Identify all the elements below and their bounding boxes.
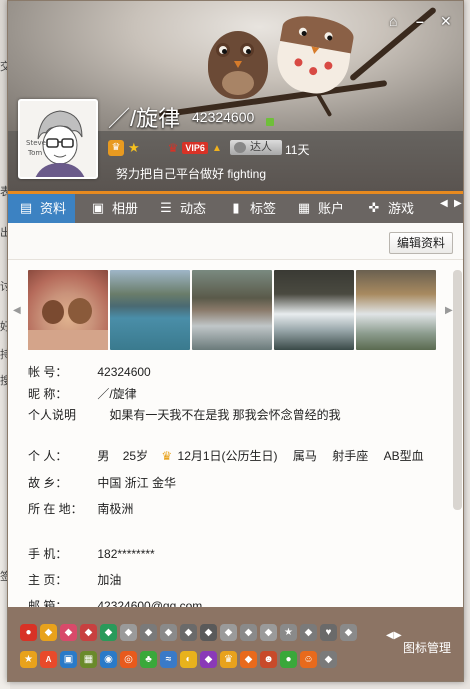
info-row-personal: 个 人： 男 25岁 ♛ 12月1日(公历生日) 属马 射手座 AB型血 [28,447,424,464]
birthday-value: 12月1日(公历生日) [177,449,278,463]
penguin-icon[interactable]: ● [20,624,37,641]
info-row-homepage: 主 页： 加油 [28,571,121,588]
hometown-value: 中国 浙江 金华 [97,476,177,490]
mobile-value: 182******** [97,547,155,561]
constellation-value: 射手座 [332,449,369,463]
gender-value: 男 [97,449,110,463]
icons-scroll-left-icon[interactable]: ◀ [386,630,394,641]
account-value: 42324600 [97,365,151,379]
grey-badge-icon[interactable]: ◆ [220,624,237,641]
grey-badge-icon[interactable]: ◆ [200,624,217,641]
green-coin-icon[interactable]: ● [280,651,297,668]
zodiac-value: 属马 [292,449,317,463]
info-row-account: 帐 号： 42324600 [28,363,151,380]
diamond-red-icon[interactable]: ◆ [60,624,77,641]
grey-badge-icon[interactable]: ◆ [340,624,357,641]
nick-label: 昵 称： [28,387,68,401]
icons-scroll-right-icon[interactable]: ▶ [394,630,402,641]
homepage-label: 主 页： [28,573,68,587]
orange-ring-icon[interactable]: ◎ [120,651,137,668]
eye-icon[interactable]: ◉ [100,651,117,668]
service-icon-bar [8,607,463,681]
service-icons-row-2: ★ A ▣ ▦ ◉ ◎ ♣ ≈ ◐ ◆ ♛ ◆ ☻ ● ☺ ◆ [20,651,337,668]
info-row-desc: 个人说明 如果有一天我不在是我 那我会怀念曾经的我 [28,406,341,423]
orange-shield-icon[interactable]: ◆ [240,651,257,668]
grey-badge-icon[interactable]: ◆ [240,624,257,641]
diamond-green-icon[interactable]: ◆ [100,624,117,641]
grey-star-icon[interactable]: ★ [280,624,297,641]
diamond-pink-icon[interactable]: ◆ [80,624,97,641]
grey-badge-icon[interactable]: ◆ [120,624,137,641]
diamond-yellow-icon[interactable]: ◆ [40,624,57,641]
grey-badge-icon[interactable]: ◆ [300,624,317,641]
qzone-icon[interactable]: ▣ [60,651,77,668]
farm-icon[interactable]: ▦ [80,651,97,668]
service-icons-row-1: ● ◆ ◆ ◆ ◆ ◆ ◆ ◆ ◆ ◆ ◆ ◆ ◆ ★ ◆ ♥ ◆ [20,624,357,641]
location-label: 所 在 地： [28,502,83,516]
yellow-shield-icon[interactable]: ◐ [180,651,197,668]
profile-window: ⌂ – ✕ Steve Tom ／/旋律 42324600 ♛ ★ ♛ VIP6… [7,0,464,682]
avatar-face-icon[interactable]: ☻ [260,651,277,668]
star-service-icon[interactable]: ★ [20,651,37,668]
age-value: 25岁 [122,449,149,463]
hometown-label: 故 乡： [28,476,68,490]
icon-manage-link[interactable]: 图标管理 [403,639,451,656]
desc-label: 个人说明 [28,408,77,422]
grey-badge-icon[interactable]: ◆ [260,624,277,641]
tab-scroll-right-icon[interactable]: ▶ [454,198,462,209]
info-row-hometown: 故 乡： 中国 浙江 金华 [28,474,176,491]
king-icon[interactable]: ♛ [220,651,237,668]
grey-badge-icon[interactable]: ◆ [140,624,157,641]
clover-icon[interactable]: ♣ [140,651,157,668]
birthday-cake-icon: ♛ [161,449,173,463]
desc-value: 如果有一天我不在是我 那我会怀念曾经的我 [109,408,341,422]
purple-icon[interactable]: ◆ [200,651,217,668]
info-row-location: 所 在 地： 南极洲 [28,500,133,517]
swimmer-icon[interactable]: ≈ [160,651,177,668]
photos-prev-icon[interactable]: ◀ [13,305,21,316]
location-value: 南极洲 [97,502,134,516]
personal-label: 个 人： [28,449,68,463]
grey-badge-icon[interactable]: ◆ [180,624,197,641]
account-label: 帐 号： [28,365,68,379]
grey-heart-icon[interactable]: ♥ [320,624,337,641]
info-row-mobile: 手 机： 182******** [28,545,155,562]
app-icon[interactable]: A [40,651,57,668]
profile-info: 帐 号： 42324600 昵 称： ／/旋律 个人说明 如果有一天我不在是我 … [28,1,448,613]
orange-face-icon[interactable]: ☺ [300,651,317,668]
nick-value: ／/旋律 [97,387,137,401]
grey-badge-icon[interactable]: ◆ [160,624,177,641]
blood-value: AB型血 [383,449,424,463]
info-row-nick: 昵 称： ／/旋律 [28,385,137,402]
grey-badge-icon[interactable]: ◆ [320,651,337,668]
homepage-value: 加油 [97,573,122,587]
mobile-label: 手 机： [28,547,68,561]
info-scrollbar[interactable] [453,270,462,510]
